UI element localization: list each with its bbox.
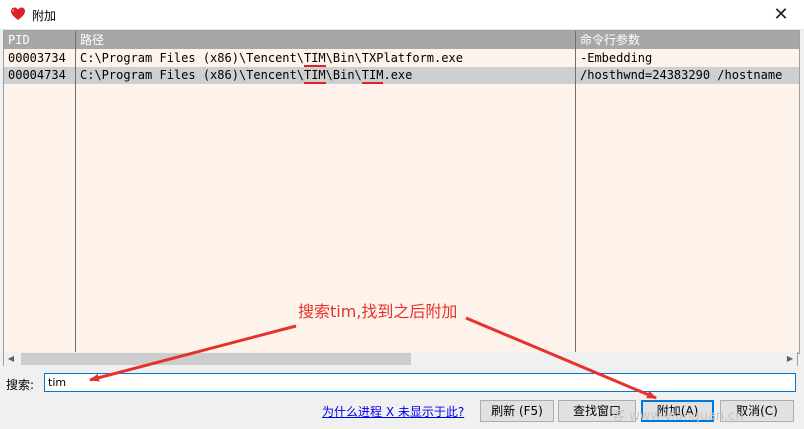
arrow-to-attach — [465, 316, 657, 400]
annotation-arrows — [89, 316, 657, 400]
arrow-to-search — [89, 324, 297, 382]
